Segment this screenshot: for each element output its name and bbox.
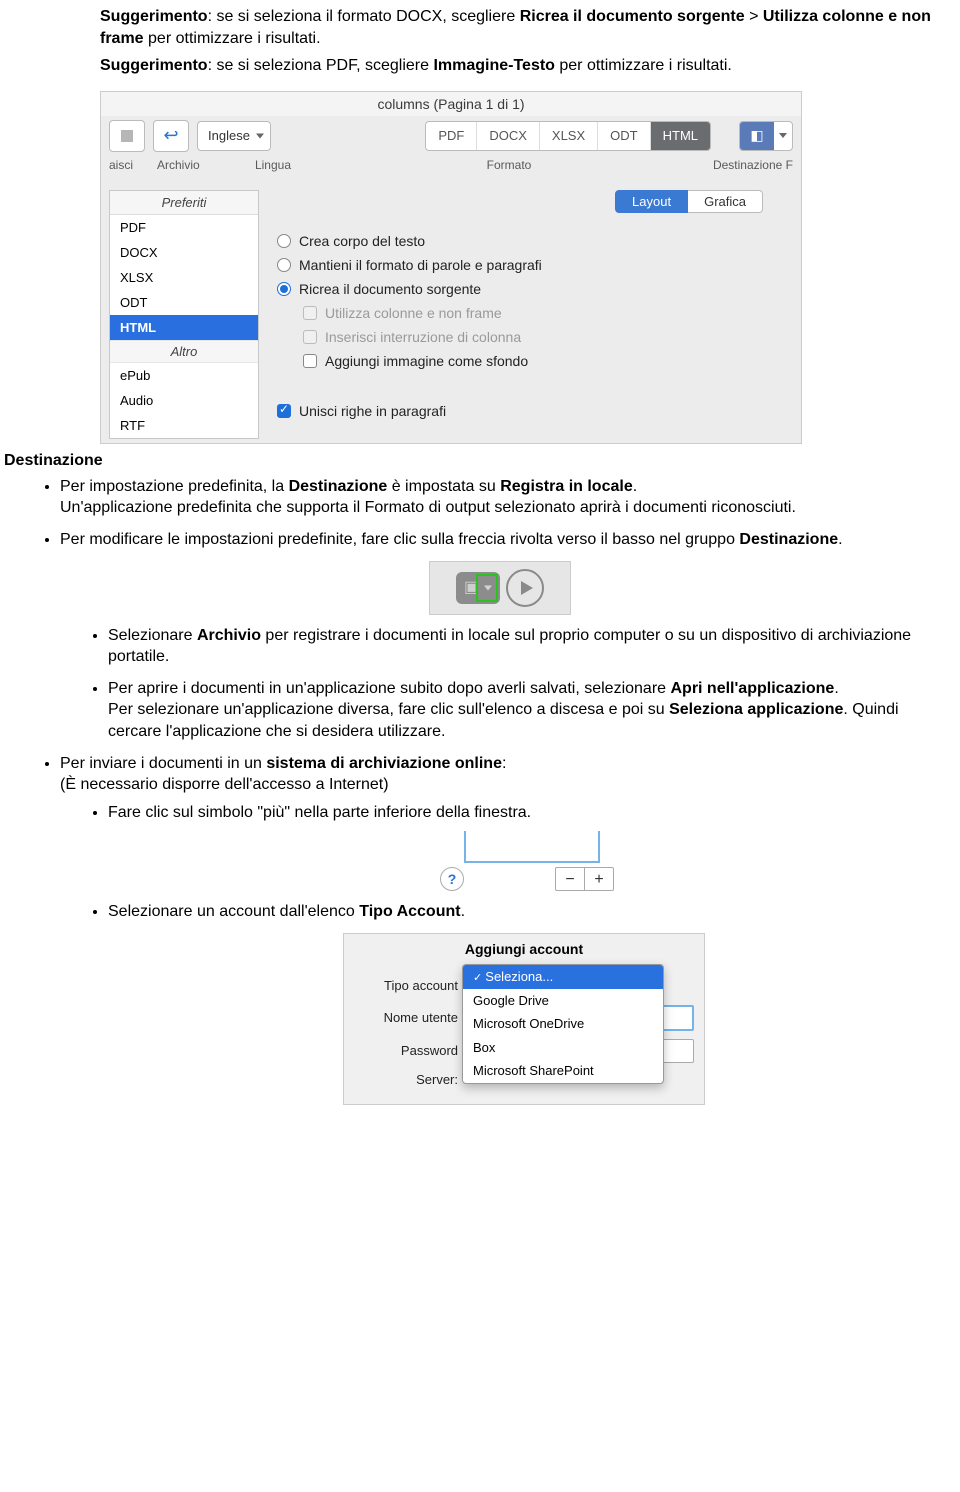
list-item[interactable]: DOCX xyxy=(110,240,258,265)
radio-icon xyxy=(277,234,291,248)
language-label: Inglese xyxy=(208,128,250,143)
list-frame xyxy=(464,831,600,863)
dialog-title: Aggiungi account xyxy=(354,938,694,967)
list-item[interactable]: XLSX xyxy=(110,265,258,290)
bullet-online-storage: Per inviare i documenti in un sistema di… xyxy=(60,753,940,1106)
back-icon[interactable]: ↩ xyxy=(153,120,189,152)
screenshot-format-panel: columns (Pagina 1 di 1) ↩ Inglese PDF DO… xyxy=(100,91,940,444)
checkbox-icon xyxy=(303,330,317,344)
toolbar-labels: aisci Archivio Lingua Formato Destinazio… xyxy=(101,156,801,180)
format-pdf[interactable]: PDF xyxy=(426,122,477,150)
screenshot-plus-minus: ? − + xyxy=(434,831,614,891)
layout-grafica-tabs[interactable]: Layout Grafica xyxy=(277,190,763,213)
subbullet-archivio: Selezionare Archivio per registrare i do… xyxy=(108,625,940,668)
subbullet-select-account: Selezionare un account dall'elenco Tipo … xyxy=(108,901,940,1105)
format-xlsx[interactable]: XLSX xyxy=(540,122,598,150)
chevron-down-icon xyxy=(779,133,787,138)
tip-docx: Suggerimento: se si seleziona il formato… xyxy=(100,6,940,49)
minus-button[interactable]: − xyxy=(556,868,585,890)
label-password: Password xyxy=(354,1042,458,1060)
list-item[interactable]: ePub xyxy=(110,363,258,388)
radio-icon-selected xyxy=(277,282,291,296)
label-nome: Nome utente xyxy=(354,1009,458,1027)
screenshot-destination-dropdown: ▣ xyxy=(429,561,571,615)
help-icon[interactable]: ? xyxy=(440,867,464,891)
language-select[interactable]: Inglese xyxy=(197,121,271,151)
list-item[interactable]: RTF xyxy=(110,413,258,438)
format-docx[interactable]: DOCX xyxy=(477,122,540,150)
destination-icon: ◧ xyxy=(740,122,774,150)
chevron-down-icon xyxy=(256,133,264,138)
subbullet-open-in-app: Per aprire i documenti in un'applicazion… xyxy=(108,678,940,743)
tip-label: Suggerimento xyxy=(100,8,208,25)
section-heading-destinazione: Destinazione xyxy=(4,452,940,470)
dropdown-option[interactable]: Microsoft SharePoint xyxy=(463,1059,663,1083)
favorites-header: Preferiti xyxy=(110,191,258,215)
check-merge-lines[interactable]: Unisci righe in paragrafi xyxy=(277,403,789,419)
bullet-default-dest: Per impostazione predefinita, la Destina… xyxy=(60,476,940,519)
checkbox-icon xyxy=(303,354,317,368)
list-item[interactable]: ODT xyxy=(110,290,258,315)
list-item-selected[interactable]: HTML xyxy=(110,315,258,340)
check-bgimg[interactable]: Aggiungi immagine come sfondo xyxy=(303,353,789,369)
dropdown-option[interactable]: Google Drive xyxy=(463,989,663,1013)
checkbox-icon-checked xyxy=(277,404,291,418)
screenshot-add-account: Aggiungi account Tipo account Nome utent… xyxy=(343,933,705,1105)
plus-button[interactable]: + xyxy=(585,868,613,890)
radio-create-body[interactable]: Crea corpo del testo xyxy=(277,233,789,249)
tab-layout[interactable]: Layout xyxy=(615,190,688,213)
dropdown-highlight xyxy=(476,574,498,602)
check-cols: Utilizza colonne e non frame xyxy=(303,305,789,321)
dropdown-option[interactable]: Box xyxy=(463,1036,663,1060)
add-remove-buttons[interactable]: − + xyxy=(555,867,614,891)
dropdown-option[interactable]: Microsoft OneDrive xyxy=(463,1012,663,1036)
radio-recreate-source[interactable]: Ricrea il documento sorgente xyxy=(277,281,789,297)
tab-grafica[interactable]: Grafica xyxy=(688,190,763,213)
label-tipo: Tipo account xyxy=(354,977,458,995)
favorites-list[interactable]: Preferiti PDF DOCX XLSX ODT HTML Altro e… xyxy=(109,190,259,439)
subbullet-click-plus: Fare clic sul simbolo "più" nella parte … xyxy=(108,802,940,892)
label-server: Server: xyxy=(354,1071,458,1089)
format-odt[interactable]: ODT xyxy=(598,122,650,150)
tip-label: Suggerimento xyxy=(100,57,208,74)
format-segment[interactable]: PDF DOCX XLSX ODT HTML xyxy=(425,121,711,151)
dropdown-option-selected[interactable]: Seleziona... xyxy=(463,965,663,989)
radio-icon xyxy=(277,258,291,272)
play-button[interactable] xyxy=(506,569,544,607)
destination-grey-button[interactable]: ▣ xyxy=(456,572,500,604)
destination-button[interactable]: ◧ xyxy=(739,121,793,151)
window-title: columns (Pagina 1 di 1) xyxy=(101,92,801,116)
check-colbreak: Inserisci interruzione di colonna xyxy=(303,329,789,345)
list-item[interactable]: Audio xyxy=(110,388,258,413)
bullet-modify-dest: Per modificare le impostazioni predefini… xyxy=(60,529,940,743)
account-type-dropdown[interactable]: Seleziona... Google Drive Microsoft OneD… xyxy=(462,964,664,1084)
format-html[interactable]: HTML xyxy=(651,122,710,150)
toolbar-icon-generic[interactable] xyxy=(109,120,145,152)
list-item[interactable]: PDF xyxy=(110,215,258,240)
other-header: Altro xyxy=(110,340,258,363)
tip-pdf: Suggerimento: se si seleziona PDF, scegl… xyxy=(100,55,940,77)
radio-keep-format[interactable]: Mantieni il formato di parole e paragraf… xyxy=(277,257,789,273)
checkbox-icon xyxy=(303,306,317,320)
